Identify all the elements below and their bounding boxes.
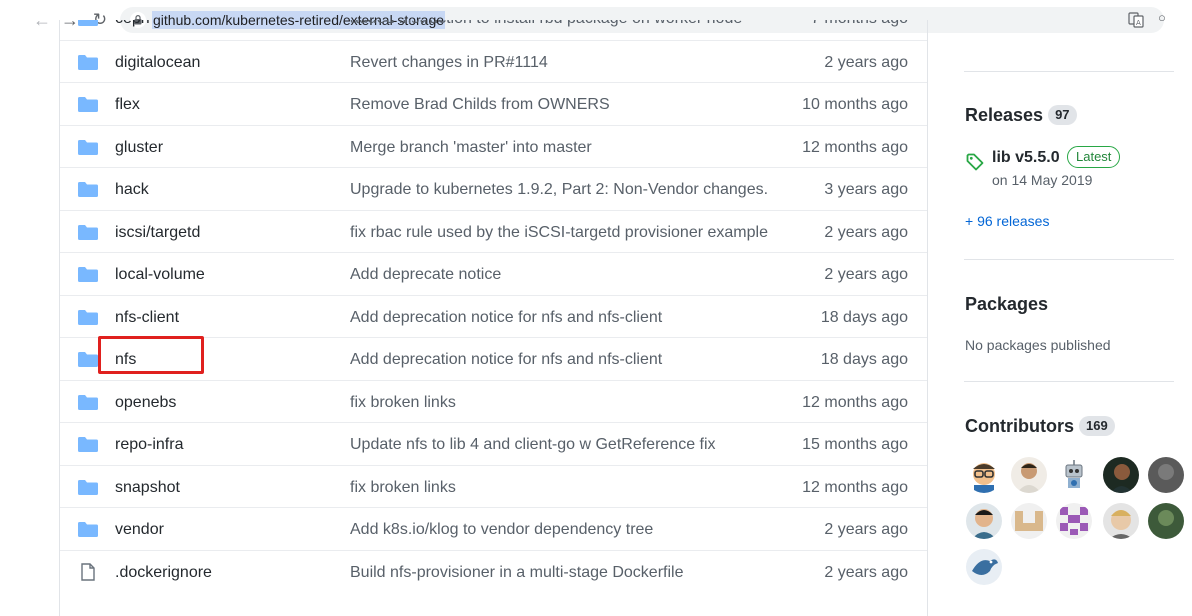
commit-message[interactable]: fix broken links — [350, 393, 456, 412]
arrow-left-icon[interactable]: ← — [32, 9, 52, 31]
commit-message[interactable]: Build nfs-provisioner in a multi-stage D… — [350, 563, 683, 582]
file-row[interactable]: vendor Add k8s.io/klog to vendor dependen… — [60, 507, 927, 550]
avatar-blond[interactable] — [1103, 503, 1139, 539]
file-name[interactable]: digitalocean — [115, 53, 200, 72]
file-name[interactable]: gluster — [115, 138, 163, 157]
commit-message[interactable]: Add deprecate notice — [350, 265, 501, 284]
commit-age: 3 years ago — [824, 181, 908, 198]
folder-icon — [78, 182, 98, 197]
avatar-bird[interactable] — [966, 549, 1002, 585]
commit-message[interactable]: fix broken links — [350, 478, 456, 497]
file-name[interactable]: repo-infra — [115, 435, 183, 454]
more-releases-link[interactable]: + 96 releases — [965, 213, 1049, 230]
file-name[interactable]: local-volume — [115, 265, 205, 284]
file-name[interactable]: snapshot — [115, 478, 180, 497]
tag-icon — [966, 153, 984, 171]
file-table: .dockerignore Build nfs-provisioner in a … — [59, 20, 928, 616]
commit-message[interactable]: fix rbac rule used by the iSCSI-targetd … — [350, 223, 768, 242]
avatar-partial-green[interactable] — [1148, 503, 1184, 539]
avatar-identicon-tan[interactable] — [1011, 503, 1047, 539]
commit-age: 2 years ago — [824, 521, 908, 538]
file-row[interactable]: .dockerignore Build nfs-provisioner in a … — [60, 549, 927, 593]
file-name[interactable]: flex — [115, 95, 140, 114]
folder-icon — [78, 54, 98, 70]
file-name[interactable]: ceph — [115, 20, 150, 28]
file-row[interactable]: digitalocean Revert changes in PR#1114 2 y… — [60, 39, 927, 83]
no-packages-text: No packages published — [965, 337, 1111, 353]
commit-age: 18 days ago — [820, 308, 908, 326]
divider — [964, 71, 1174, 72]
commit-age: 12 months ago — [802, 478, 908, 496]
repo-sidebar: Releases 97 lib v5.5.0 Latest on 14 May 2… — [964, 20, 1192, 616]
folder-icon — [78, 394, 98, 410]
file-name[interactable]: hack — [115, 180, 149, 199]
commit-age: 7 months ago — [811, 20, 908, 28]
commit-age: 12 months ago — [802, 138, 908, 156]
divider — [964, 381, 1174, 382]
avatar-dark[interactable] — [1103, 457, 1139, 493]
releases-heading[interactable]: Releases 97 — [965, 104, 1077, 126]
commit-age: 15 months ago — [802, 436, 908, 453]
file-name[interactable]: .dockerignore — [115, 563, 212, 582]
file-row[interactable]: flex Remove Brad Childs from OWNERS 10 mon… — [60, 82, 927, 125]
file-row[interactable]: openebs fix broken links 12 months ago — [60, 379, 927, 423]
avatar-identicon-purple[interactable] — [1056, 503, 1092, 539]
commit-age: 2 years ago — [824, 223, 908, 241]
avatar-man[interactable] — [1011, 457, 1047, 493]
commit-age: 10 months ago — [802, 96, 908, 113]
file-row[interactable]: hack Upgrade to kubernetes 1.9.2, Part 2:… — [60, 167, 927, 210]
commit-message[interactable]: Update nfs to lib 4 and client-go w GetR… — [350, 435, 716, 454]
divider — [964, 259, 1174, 260]
commit-age: 2 years ago — [824, 266, 908, 283]
folder-icon — [78, 479, 98, 495]
file-icon — [81, 562, 95, 581]
file-row[interactable]: iscsi/targetd fix rbac rule used by the i… — [60, 209, 927, 253]
commit-message[interactable]: Add deprecation notice for nfs and nfs-c… — [350, 350, 662, 369]
releases-count: 97 — [1048, 105, 1077, 125]
commit-age: 2 years ago — [824, 563, 908, 581]
file-name[interactable]: nfs-client — [115, 308, 179, 327]
file-name[interactable]: openebs — [115, 393, 176, 412]
commit-age: 2 years ago — [824, 53, 908, 71]
avatar-partial[interactable] — [1148, 457, 1184, 493]
file-name[interactable]: nfs — [115, 350, 136, 369]
folder-icon — [78, 437, 98, 452]
file-row[interactable]: local-volume Add deprecate notice 2 years … — [60, 252, 927, 295]
release-date: on 14 May 2019 — [992, 172, 1093, 188]
folder-icon — [78, 224, 98, 240]
commit-message[interactable]: Add k8s.io/klog to vendor dependency tre… — [350, 520, 653, 539]
file-row[interactable]: ceph added instruction to install rbd pac… — [60, 20, 927, 40]
commit-message[interactable]: added instruction to install rbd package… — [350, 20, 742, 28]
file-row[interactable]: nfs-client Add deprecation notice for nfs… — [60, 294, 927, 338]
avatar-person[interactable] — [966, 503, 1002, 539]
folder-icon — [78, 309, 98, 325]
folder-icon — [78, 522, 98, 537]
release-name[interactable]: lib v5.5.0 — [992, 148, 1060, 168]
folder-icon — [78, 352, 98, 367]
contributors-count: 169 — [1078, 416, 1115, 436]
file-row[interactable]: nfs Add deprecation notice for nfs and nf… — [60, 337, 927, 380]
folder-icon — [78, 97, 98, 112]
commit-age: 12 months ago — [802, 393, 908, 411]
folder-icon — [78, 267, 98, 282]
commit-message[interactable]: Remove Brad Childs from OWNERS — [350, 95, 610, 114]
file-name[interactable]: vendor — [115, 520, 164, 539]
file-row[interactable]: snapshot fix broken links 12 months ago — [60, 464, 927, 508]
commit-age: 18 days ago — [820, 351, 908, 368]
avatar-robot[interactable] — [1056, 457, 1092, 493]
commit-message[interactable]: Revert changes in PR#1114 — [350, 53, 548, 72]
commit-message[interactable]: Upgrade to kubernetes 1.9.2, Part 2: Non… — [350, 180, 768, 199]
commit-message[interactable]: Add deprecation notice for nfs and nfs-c… — [350, 308, 662, 327]
avatar-glasses[interactable] — [966, 457, 1002, 493]
folder-icon — [78, 139, 98, 155]
file-row[interactable]: repo-infra Update nfs to lib 4 and client… — [60, 422, 927, 465]
folder-icon — [78, 20, 98, 26]
file-name[interactable]: iscsi/targetd — [115, 223, 200, 242]
latest-badge: Latest — [1067, 146, 1121, 168]
file-row[interactable]: gluster Merge branch 'master' into master… — [60, 124, 927, 168]
packages-heading[interactable]: Packages — [965, 293, 1048, 315]
contributors-heading[interactable]: Contributors 169 — [965, 415, 1115, 437]
commit-message[interactable]: Merge branch 'master' into master — [350, 138, 592, 157]
